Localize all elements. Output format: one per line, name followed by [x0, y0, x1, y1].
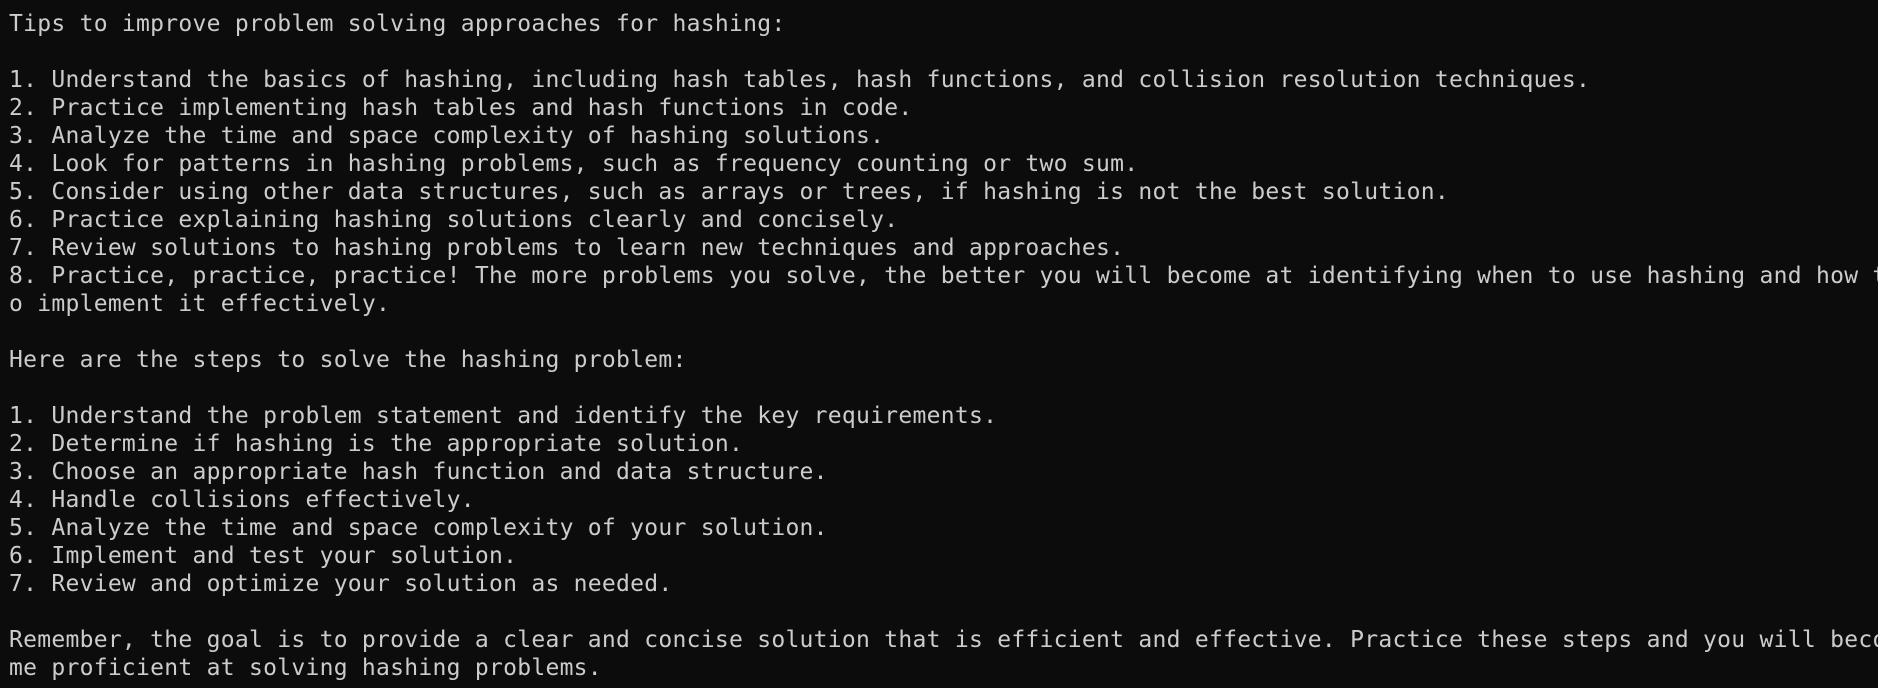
terminal-line: 4. Handle collisions effectively. — [9, 487, 475, 513]
terminal-line: 6. Implement and test your solution. — [9, 543, 518, 569]
terminal-line: Tips to improve problem solving approach… — [9, 11, 786, 37]
terminal-line: 5. Consider using other data structures,… — [9, 179, 1449, 205]
terminal-line: 1. Understand the problem statement and … — [9, 403, 998, 429]
terminal-line: 2. Determine if hashing is the appropria… — [9, 431, 744, 457]
terminal-line: 7. Review and optimize your solution as … — [9, 571, 673, 597]
terminal-line: 8. Practice, practice, practice! The mor… — [9, 263, 1878, 289]
terminal-line: 3. Choose an appropriate hash function a… — [9, 459, 828, 485]
terminal-line: 2. Practice implementing hash tables and… — [9, 95, 913, 121]
terminal-line: 4. Look for patterns in hashing problems… — [9, 151, 1139, 177]
terminal-window[interactable]: Tips to improve problem solving approach… — [0, 0, 1878, 688]
terminal-line: Here are the steps to solve the hashing … — [9, 347, 687, 373]
terminal-line: o implement it effectively. — [9, 291, 391, 317]
terminal-line: Remember, the goal is to provide a clear… — [9, 627, 1878, 653]
terminal-line: 3. Analyze the time and space complexity… — [9, 123, 885, 149]
terminal-line: 7. Review solutions to hashing problems … — [9, 235, 1125, 261]
terminal-line: 6. Practice explaining hashing solutions… — [9, 207, 899, 233]
terminal-line: 1. Understand the basics of hashing, inc… — [9, 67, 1591, 93]
terminal-line: 5. Analyze the time and space complexity… — [9, 515, 828, 541]
terminal-line: me proficient at solving hashing problem… — [9, 655, 602, 681]
